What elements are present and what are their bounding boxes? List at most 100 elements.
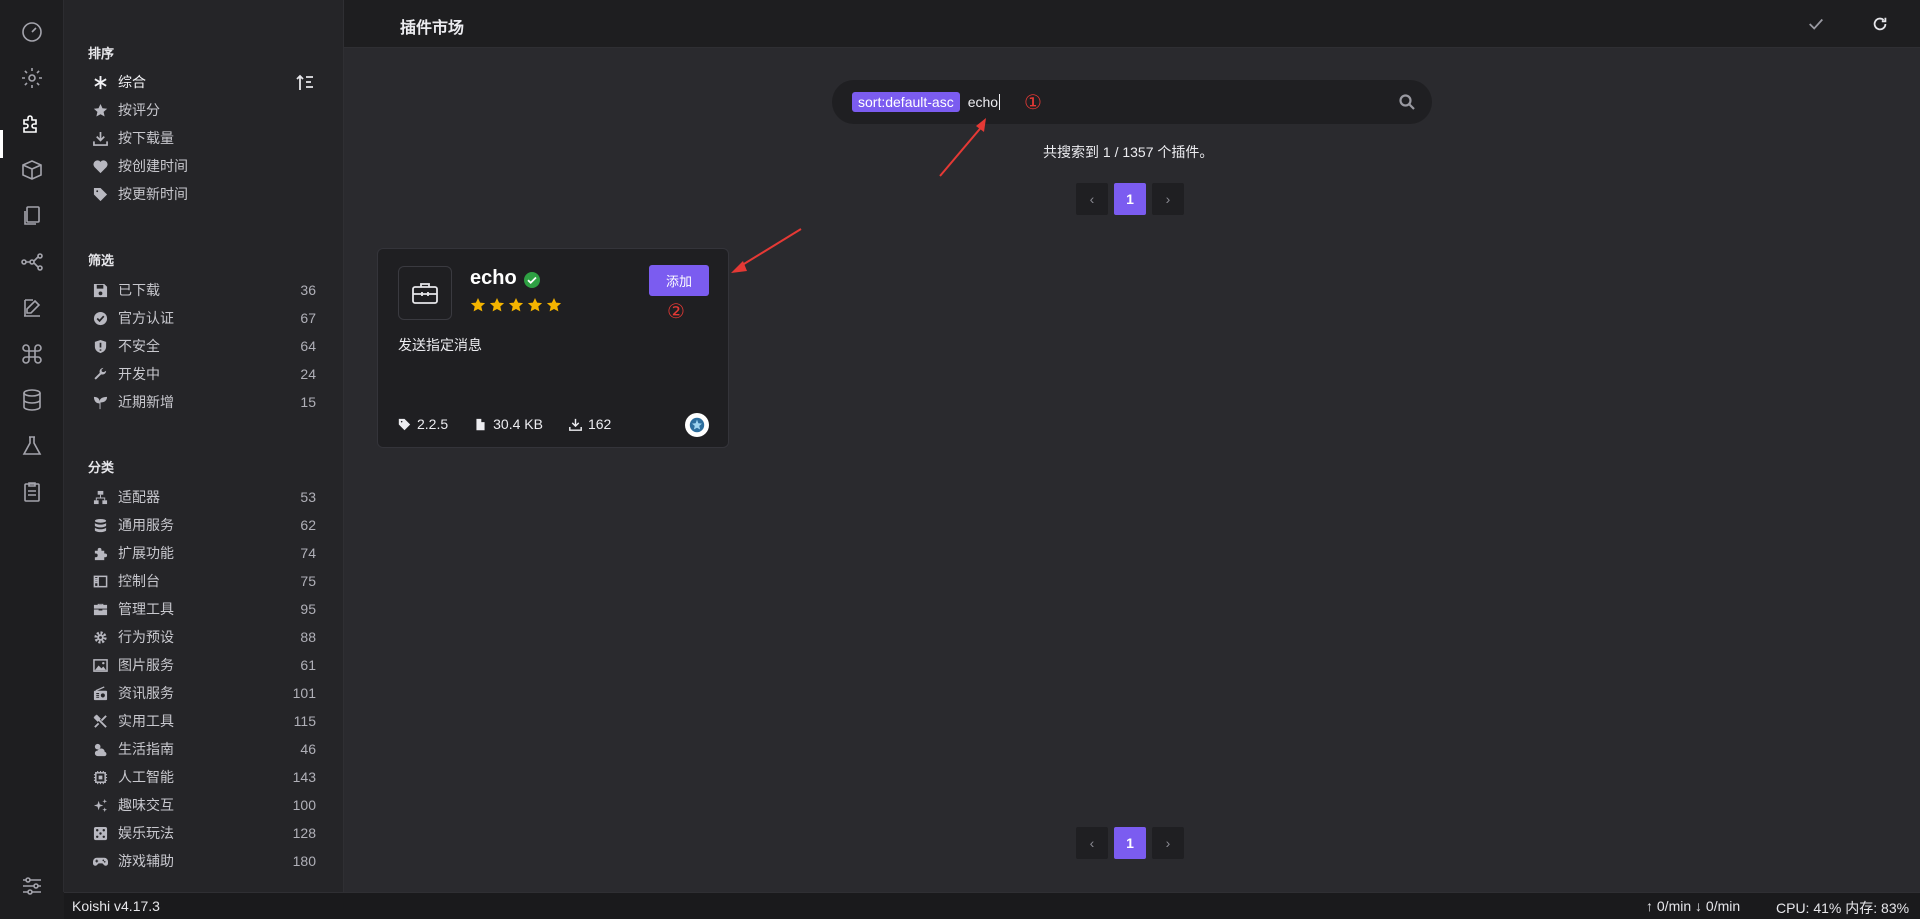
search-bar[interactable]: sort:default-asc echo — [832, 80, 1432, 124]
edit-icon[interactable] — [18, 294, 46, 322]
category-item-preset[interactable]: 行为预设 88 — [92, 626, 316, 648]
asterisk-icon — [92, 74, 108, 90]
category-item-fun[interactable]: 趣味交互 100 — [92, 794, 316, 816]
version-label[interactable]: Koishi v4.17.3 — [72, 898, 160, 914]
tools-icon — [92, 713, 108, 729]
flask-icon[interactable] — [18, 432, 46, 460]
prev-page-button[interactable]: ‹ — [1076, 827, 1108, 859]
filter-item-count: 64 — [300, 338, 316, 354]
category-item-label: 资讯服务 — [118, 685, 174, 701]
sort-item-label: 按下载量 — [118, 130, 174, 146]
cloud-sun-icon — [92, 741, 108, 757]
box-icon[interactable] — [18, 156, 46, 184]
result-count: 共搜索到 1 / 1357 个插件。 — [1043, 144, 1214, 160]
category-item-news[interactable]: 资讯服务 101 — [92, 682, 316, 704]
star-icon — [508, 298, 524, 312]
category-item-count: 143 — [292, 769, 316, 785]
sort-tag[interactable]: sort:default-asc — [852, 92, 960, 112]
database-icon — [92, 517, 108, 533]
category-item-life[interactable]: 生活指南 46 — [92, 738, 316, 760]
category-item-tools[interactable]: 实用工具 115 — [92, 710, 316, 732]
plugin-size: 30.4 KB — [493, 416, 543, 432]
heartbeat-icon — [92, 158, 108, 174]
category-item-label: 游戏辅助 — [118, 853, 174, 869]
tag-icon — [398, 418, 411, 430]
annotation-arrow-2 — [731, 228, 802, 273]
command-icon[interactable] — [18, 340, 46, 368]
star-icon — [527, 298, 543, 312]
search-icon[interactable] — [1398, 93, 1416, 111]
category-item-count: 128 — [292, 825, 316, 841]
clipboard-icon[interactable] — [18, 478, 46, 506]
category-item-label: 娱乐玩法 — [118, 825, 174, 841]
category-section-title: 分类 — [88, 460, 115, 475]
pagination-bottom: ‹ 1 › — [1076, 827, 1184, 859]
category-item-console[interactable]: 控制台 75 — [92, 570, 316, 592]
next-page-button[interactable]: › — [1152, 827, 1184, 859]
filter-item-verified[interactable]: 官方认证 67 — [92, 307, 316, 329]
status-bar: Koishi v4.17.3 ↑ 0/min ↓ 0/min CPU: 41% … — [64, 892, 1920, 919]
plugin-meta: 2.2.5 30.4 KB 162 — [398, 416, 611, 432]
tag-icon — [92, 186, 108, 202]
next-page-button[interactable]: › — [1152, 183, 1184, 215]
category-item-count: 74 — [300, 545, 316, 561]
prev-page-button[interactable]: ‹ — [1076, 183, 1108, 215]
sliders-icon[interactable] — [18, 872, 46, 900]
category-item-label: 实用工具 — [118, 713, 174, 729]
dependency-graph-icon[interactable] — [18, 248, 46, 276]
category-item-count: 100 — [292, 797, 316, 813]
filter-item-recent[interactable]: 近期新增 15 — [92, 391, 316, 413]
category-item-extension[interactable]: 扩展功能 74 — [92, 542, 316, 564]
category-item-adapter[interactable]: 适配器 53 — [92, 486, 316, 508]
add-plugin-button[interactable]: 添加 — [649, 265, 709, 296]
database-icon[interactable] — [18, 386, 46, 414]
category-item-service[interactable]: 通用服务 62 — [92, 514, 316, 536]
check-icon[interactable] — [1804, 12, 1828, 36]
annotation-marker-2: ② — [667, 301, 685, 323]
star-icon — [546, 298, 562, 312]
network-stats: ↑ 0/min ↓ 0/min — [1646, 898, 1741, 914]
category-item-count: 101 — [292, 685, 316, 701]
category-item-image[interactable]: 图片服务 61 — [92, 654, 316, 676]
sparkles-icon — [92, 797, 108, 813]
cog-icon — [92, 629, 108, 645]
category-item-entertainment[interactable]: 娱乐玩法 128 — [92, 822, 316, 844]
plugin-name[interactable]: echo — [470, 267, 517, 290]
dashboard-icon[interactable] — [18, 18, 46, 46]
download-icon — [569, 418, 582, 431]
refresh-icon[interactable] — [1868, 12, 1892, 36]
page-button-1[interactable]: 1 — [1114, 827, 1146, 859]
sort-item-overall[interactable]: 综合 — [92, 71, 316, 93]
author-avatar[interactable] — [685, 413, 709, 437]
version-info: 2.2.5 — [398, 416, 448, 432]
filter-item-downloaded[interactable]: 已下载 36 — [92, 279, 316, 301]
page-button-1[interactable]: 1 — [1114, 183, 1146, 215]
category-item-count: 88 — [300, 629, 316, 645]
sort-item-updated[interactable]: 按更新时间 — [92, 183, 316, 205]
filter-item-label: 已下载 — [118, 282, 160, 298]
category-item-admin[interactable]: 管理工具 95 — [92, 598, 316, 620]
star-icon — [92, 102, 108, 118]
search-input[interactable]: echo — [968, 94, 998, 110]
files-icon[interactable] — [18, 202, 46, 230]
category-item-label: 扩展功能 — [118, 545, 174, 561]
filter-item-dev[interactable]: 开发中 24 — [92, 363, 316, 385]
star-icon — [489, 298, 505, 312]
category-item-ai[interactable]: 人工智能 143 — [92, 766, 316, 788]
category-item-game[interactable]: 游戏辅助 180 — [92, 850, 316, 872]
plugin-card[interactable]: echo 添加 ② 发送指定消息 2.2.5 30.4 KB 162 — [377, 248, 729, 448]
plugin-description: 发送指定消息 — [398, 337, 482, 353]
sort-item-created[interactable]: 按创建时间 — [92, 155, 316, 177]
settings-icon[interactable] — [18, 64, 46, 92]
filter-item-insecure[interactable]: 不安全 64 — [92, 335, 316, 357]
plugin-market-icon[interactable] — [18, 110, 46, 138]
filter-item-label: 开发中 — [118, 366, 160, 382]
category-item-count: 53 — [300, 489, 316, 505]
radio-icon — [92, 685, 108, 701]
sort-item-downloads[interactable]: 按下载量 — [92, 127, 316, 149]
image-icon — [92, 657, 108, 673]
category-item-label: 趣味交互 — [118, 797, 174, 813]
sort-item-rating[interactable]: 按评分 — [92, 99, 316, 121]
plugin-version: 2.2.5 — [417, 416, 449, 432]
category-item-count: 46 — [300, 741, 316, 757]
